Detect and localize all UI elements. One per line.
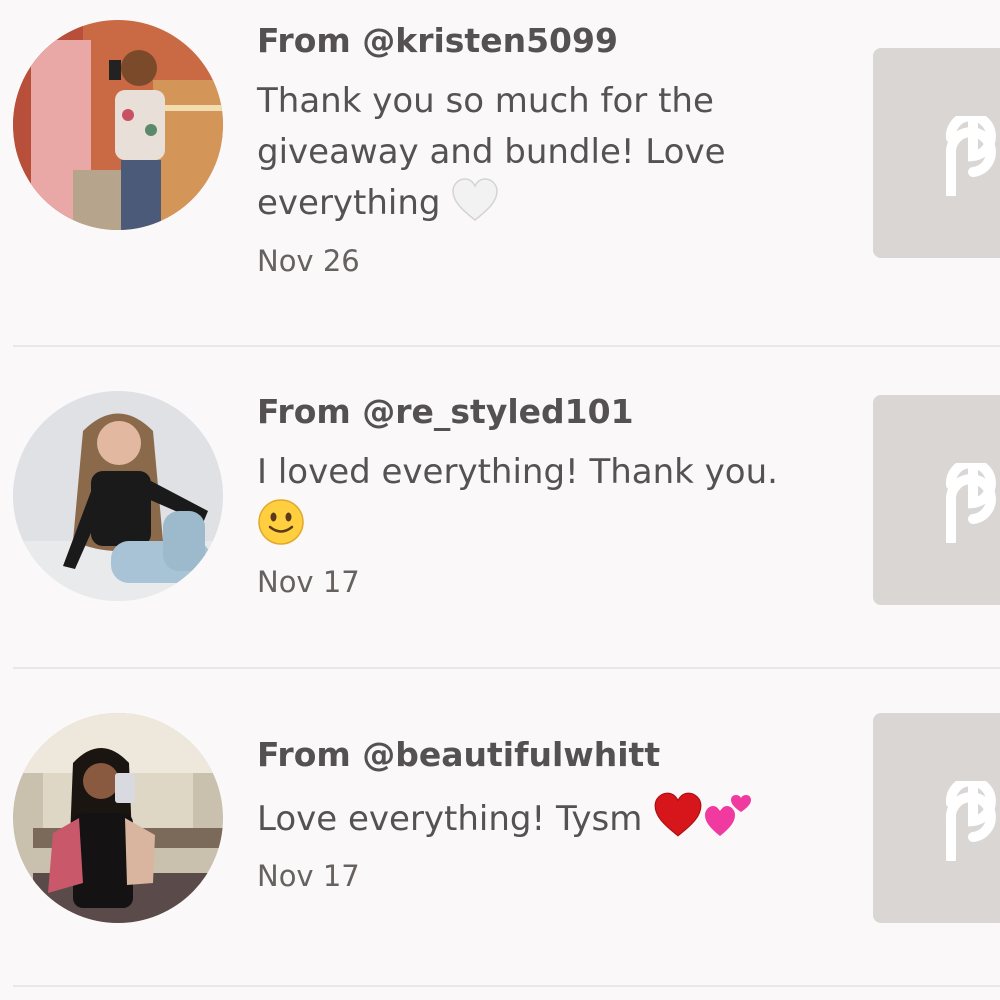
message-text: Love everything! Tysm — [257, 790, 787, 853]
poshmark-logo-icon — [945, 116, 996, 196]
avatar[interactable] — [13, 391, 223, 601]
poshmark-logo-icon — [945, 781, 996, 861]
sender-handle[interactable]: From @kristen5099 — [257, 21, 618, 60]
avatar[interactable] — [13, 20, 223, 230]
listing-thumbnail[interactable] — [873, 48, 1000, 258]
listing-thumbnail[interactable] — [873, 713, 1000, 923]
avatar-photo — [13, 391, 223, 601]
red-heart-icon — [653, 792, 703, 853]
avatar-photo — [13, 20, 223, 230]
avatar-photo — [13, 713, 223, 923]
notification-item[interactable]: From @re_styled101 I loved everything! T… — [0, 347, 1000, 667]
sender-handle[interactable]: From @re_styled101 — [257, 392, 634, 431]
slightly-smiling-face-icon — [257, 498, 305, 561]
message-text: Thank you so much for the giveaway and b… — [257, 76, 787, 237]
white-heart-icon — [451, 178, 499, 237]
notification-feed: From @kristen5099 Thank you so much for … — [0, 0, 1000, 1000]
notification-item[interactable]: From @kristen5099 Thank you so much for … — [0, 0, 1000, 345]
sender-handle[interactable]: From @beautifulwhitt — [257, 735, 660, 774]
notification-item[interactable]: From @beautifulwhitt Love everything! Ty… — [0, 669, 1000, 984]
listing-thumbnail[interactable] — [873, 395, 1000, 605]
notification-date: Nov 17 — [257, 565, 360, 599]
divider — [13, 985, 1000, 987]
avatar[interactable] — [13, 713, 223, 923]
poshmark-logo-icon — [945, 463, 996, 543]
notification-date: Nov 26 — [257, 244, 360, 278]
message-text: I loved everything! Thank you. — [257, 447, 787, 561]
notification-date: Nov 17 — [257, 859, 360, 893]
message-body: Love everything! Tysm — [257, 799, 643, 839]
two-hearts-icon — [703, 790, 753, 853]
message-body: I loved everything! Thank you. — [257, 452, 778, 492]
